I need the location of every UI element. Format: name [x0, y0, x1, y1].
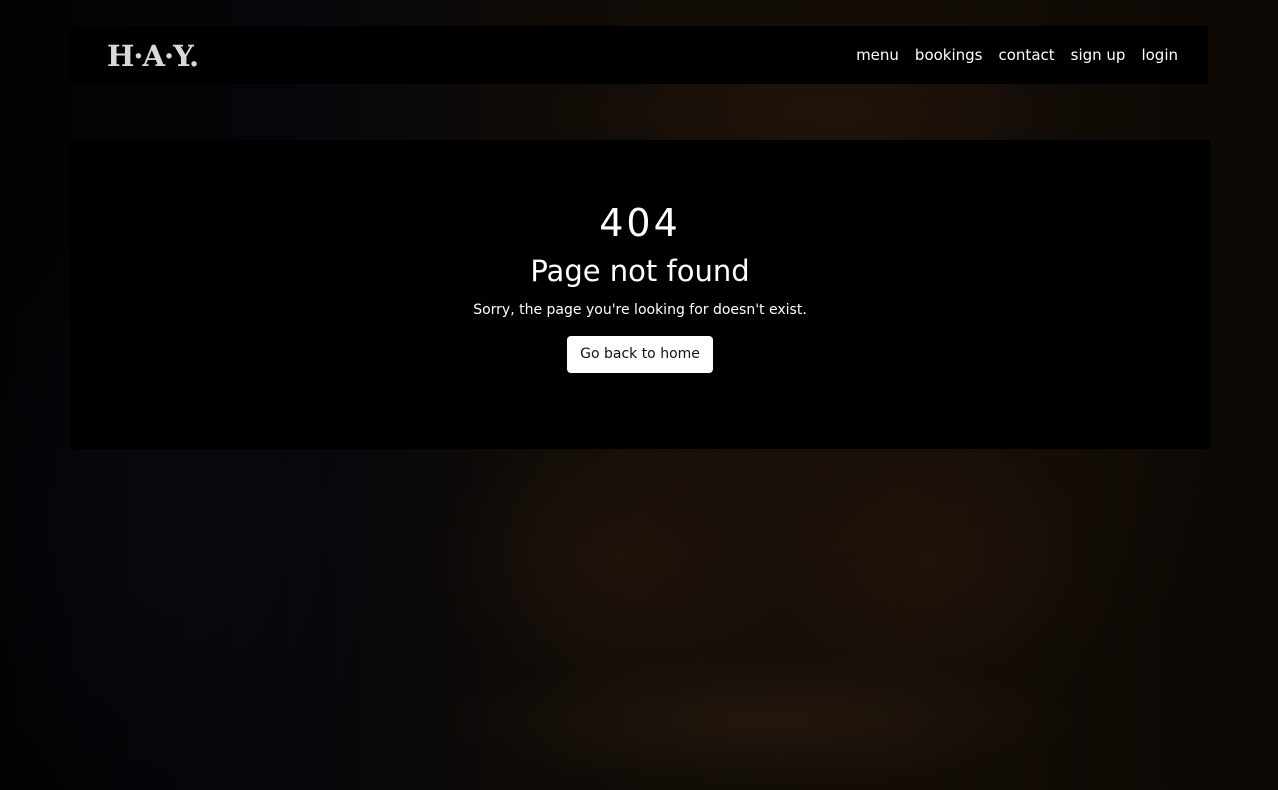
- nav-link-menu[interactable]: menu: [856, 46, 899, 64]
- nav-links: menu bookings contact sign up login: [856, 46, 1178, 64]
- page: H·A·Y. menu bookings contact sign up log…: [0, 0, 1278, 790]
- nav-link-contact[interactable]: contact: [999, 46, 1055, 64]
- nav-link-bookings[interactable]: bookings: [915, 46, 983, 64]
- nav-link-sign-up[interactable]: sign up: [1071, 46, 1126, 64]
- error-title: Page not found: [530, 254, 750, 288]
- error-message: Sorry, the page you're looking for doesn…: [473, 301, 807, 318]
- navbar: H·A·Y. menu bookings contact sign up log…: [70, 26, 1208, 84]
- error-code: 404: [599, 201, 681, 245]
- go-home-button[interactable]: Go back to home: [567, 335, 713, 373]
- brand-logo[interactable]: H·A·Y.: [107, 41, 199, 71]
- nav-link-login[interactable]: login: [1141, 46, 1178, 64]
- error-panel: 404 Page not found Sorry, the page you'r…: [70, 140, 1210, 449]
